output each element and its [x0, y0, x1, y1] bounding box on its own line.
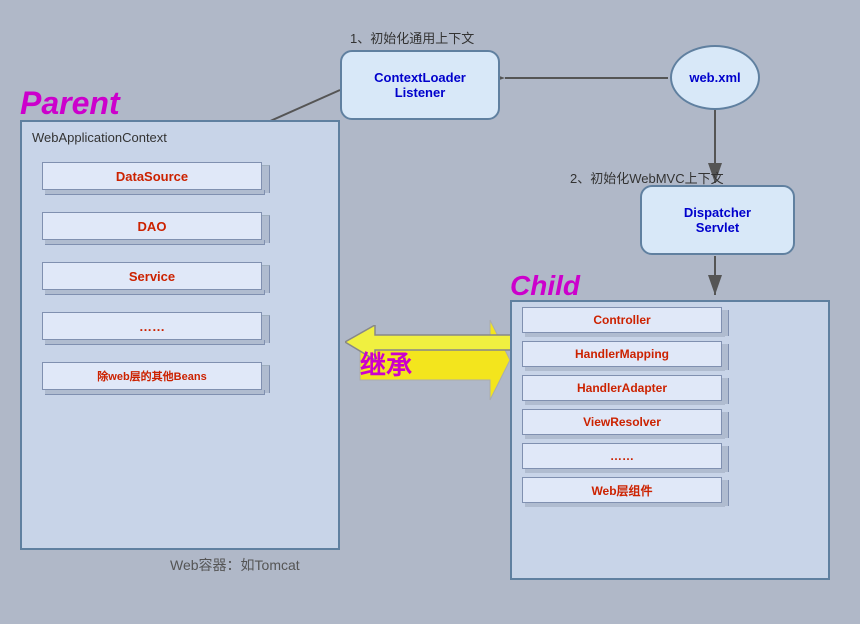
arrow-label-1: 1、初始化通用上下文	[350, 28, 474, 47]
context-loader-box: ContextLoaderListener	[340, 50, 500, 120]
other-beans-bar: 除web层的其他Beans	[42, 362, 262, 390]
dots-bar: ……	[42, 312, 262, 340]
list-item: Controller	[522, 307, 722, 333]
list-item: DataSource	[42, 162, 262, 190]
context-loader-label: ContextLoaderListener	[374, 70, 466, 100]
dispatcher-box: DispatcherServlet	[640, 185, 795, 255]
parent-container: WebApplicationContext DataSource DAO Ser…	[20, 120, 340, 550]
datasource-bar: DataSource	[42, 162, 262, 190]
list-item: 除web层的其他Beans	[42, 362, 262, 390]
child-bars: Controller HandlerMapping HandlerAdapter…	[522, 307, 722, 503]
list-item: ……	[42, 312, 262, 340]
dao-bar: DAO	[42, 212, 262, 240]
handlermapping-bar: HandlerMapping	[522, 341, 722, 367]
list-item: HandlerMapping	[522, 341, 722, 367]
inherit-label: 继承	[360, 345, 412, 382]
child-dots-bar: ……	[522, 443, 722, 469]
viewresolver-bar: ViewResolver	[522, 409, 722, 435]
handleradapter-bar: HandlerAdapter	[522, 375, 722, 401]
webxml-label: web.xml	[689, 70, 740, 85]
service-bar: Service	[42, 262, 262, 290]
controller-bar: Controller	[522, 307, 722, 333]
list-item: Service	[42, 262, 262, 290]
parent-bars: DataSource DAO Service …… 除web层的其他Beans	[42, 162, 262, 398]
list-item: ViewResolver	[522, 409, 722, 435]
dispatcher-label: DispatcherServlet	[684, 205, 751, 235]
web-container-label: Web容器：如Tomcat	[170, 555, 300, 575]
child-container: Controller HandlerMapping HandlerAdapter…	[510, 300, 830, 580]
list-item: ……	[522, 443, 722, 469]
list-item: DAO	[42, 212, 262, 240]
child-label: Child	[510, 270, 580, 302]
web-component-bar: Web层组件	[522, 477, 722, 503]
webxml-oval: web.xml	[670, 45, 760, 110]
webapp-context-label: WebApplicationContext	[32, 130, 167, 145]
parent-label: Parent	[20, 85, 120, 122]
list-item: Web层组件	[522, 477, 722, 503]
list-item: HandlerAdapter	[522, 375, 722, 401]
